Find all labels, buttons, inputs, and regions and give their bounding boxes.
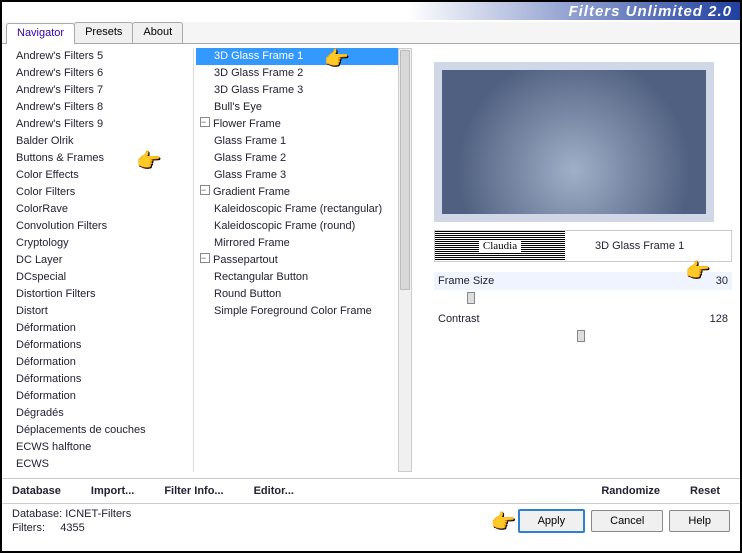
category-item[interactable]: Déformations	[12, 371, 193, 388]
filter-column: 3D Glass Frame 13D Glass Frame 23D Glass…	[194, 44, 414, 476]
param-label: Contrast	[438, 313, 480, 325]
slider-thumb[interactable]	[467, 292, 475, 304]
category-item[interactable]: DCspecial	[12, 269, 193, 286]
filter-item[interactable]: Flower Frame	[196, 116, 412, 133]
filter-scrollbar[interactable]	[398, 48, 412, 472]
toolbar: Database Import... Filter Info... Editor…	[2, 478, 740, 504]
editor-button[interactable]: Editor...	[254, 485, 294, 497]
category-list[interactable]: Andrew's Filters 5Andrew's Filters 6Andr…	[12, 48, 194, 472]
category-item[interactable]: Balder Olrik	[12, 133, 193, 150]
filter-item[interactable]: Passepartout	[196, 252, 412, 269]
randomize-button[interactable]: Randomize	[601, 485, 660, 497]
category-item[interactable]: Cryptology	[12, 235, 193, 252]
category-item[interactable]: Déformation	[12, 354, 193, 371]
tab-navigator[interactable]: Navigator	[6, 23, 75, 44]
filter-item[interactable]: Rectangular Button	[196, 269, 412, 286]
preview-column: Claudia 3D Glass Frame 1 Frame Size 30 C…	[414, 44, 740, 476]
pointer-icon: 👉	[491, 509, 516, 534]
category-item[interactable]: Distort	[12, 303, 193, 320]
category-item[interactable]: Andrew's Filters 8	[12, 99, 193, 116]
filter-item[interactable]: Round Button	[196, 286, 412, 303]
filter-item[interactable]: Glass Frame 3	[196, 167, 412, 184]
title-bar: Filters Unlimited 2.0	[2, 2, 740, 20]
filter-label-box: Claudia 3D Glass Frame 1	[434, 230, 732, 262]
scroll-thumb[interactable]	[400, 50, 410, 290]
param-value: 128	[710, 313, 728, 325]
filter-item[interactable]: Glass Frame 2	[196, 150, 412, 167]
category-column: Andrew's Filters 5Andrew's Filters 6Andr…	[2, 44, 194, 476]
category-item[interactable]: Andrew's Filters 9	[12, 116, 193, 133]
filter-item[interactable]: Kaleidoscopic Frame (rectangular)	[196, 201, 412, 218]
category-item[interactable]: Déformation	[12, 320, 193, 337]
filter-item[interactable]: Gradient Frame	[196, 184, 412, 201]
param-value: 30	[716, 275, 728, 287]
status-bar: Database: ICNET-Filters Filters: 4355 👉 …	[2, 504, 740, 538]
category-item[interactable]: Dégradés	[12, 405, 193, 422]
category-item[interactable]: Andrew's Filters 5	[12, 48, 193, 65]
filter-item[interactable]: 3D Glass Frame 2	[196, 65, 412, 82]
tab-about[interactable]: About	[132, 22, 183, 43]
tab-presets[interactable]: Presets	[74, 22, 133, 43]
param-contrast[interactable]: Contrast 128	[434, 310, 732, 328]
param-label: Frame Size	[438, 275, 494, 287]
filter-item[interactable]: Bull's Eye	[196, 99, 412, 116]
filter-item[interactable]: Simple Foreground Color Frame	[196, 303, 412, 320]
category-item[interactable]: ECWS halftone	[12, 439, 193, 456]
database-button[interactable]: Database	[12, 485, 61, 497]
preview-image	[434, 62, 714, 222]
category-item[interactable]: Déplacements de couches	[12, 422, 193, 439]
cancel-button[interactable]: Cancel	[591, 510, 663, 532]
category-item[interactable]: Buttons & Frames	[12, 150, 193, 167]
help-button[interactable]: Help	[669, 510, 730, 532]
category-item[interactable]: Color Effects	[12, 167, 193, 184]
watermark: Claudia	[435, 231, 565, 261]
filter-item[interactable]: Kaleidoscopic Frame (round)	[196, 218, 412, 235]
category-item[interactable]: ColorRave	[12, 201, 193, 218]
tab-bar: Navigator Presets About	[2, 22, 740, 44]
import-button[interactable]: Import...	[91, 485, 134, 497]
filter-list[interactable]: 3D Glass Frame 13D Glass Frame 23D Glass…	[196, 48, 412, 472]
slider-contrast[interactable]	[438, 328, 728, 344]
app-title: Filters Unlimited 2.0	[568, 3, 732, 20]
database-info: Database: ICNET-Filters Filters: 4355	[12, 507, 131, 535]
filter-item[interactable]: Mirrored Frame	[196, 235, 412, 252]
category-item[interactable]: Andrew's Filters 6	[12, 65, 193, 82]
category-item[interactable]: ECWS	[12, 456, 193, 472]
selected-filter-name: 3D Glass Frame 1	[565, 240, 684, 252]
reset-button[interactable]: Reset	[690, 485, 720, 497]
category-item[interactable]: DC Layer	[12, 252, 193, 269]
param-frame-size[interactable]: Frame Size 30	[434, 272, 732, 290]
slider-frame-size[interactable]	[438, 290, 728, 306]
filter-item[interactable]: 3D Glass Frame 1	[196, 48, 412, 65]
slider-thumb[interactable]	[577, 330, 585, 342]
category-item[interactable]: Distortion Filters	[12, 286, 193, 303]
category-item[interactable]: Déformation	[12, 388, 193, 405]
category-item[interactable]: Andrew's Filters 7	[12, 82, 193, 99]
category-item[interactable]: Déformations	[12, 337, 193, 354]
category-item[interactable]: Color Filters	[12, 184, 193, 201]
category-item[interactable]: Convolution Filters	[12, 218, 193, 235]
filter-info-button[interactable]: Filter Info...	[164, 485, 223, 497]
apply-button[interactable]: Apply	[518, 509, 586, 533]
filter-item[interactable]: 3D Glass Frame 3	[196, 82, 412, 99]
filter-item[interactable]: Glass Frame 1	[196, 133, 412, 150]
parameters-panel: Frame Size 30 Contrast 128 👉	[434, 272, 732, 472]
